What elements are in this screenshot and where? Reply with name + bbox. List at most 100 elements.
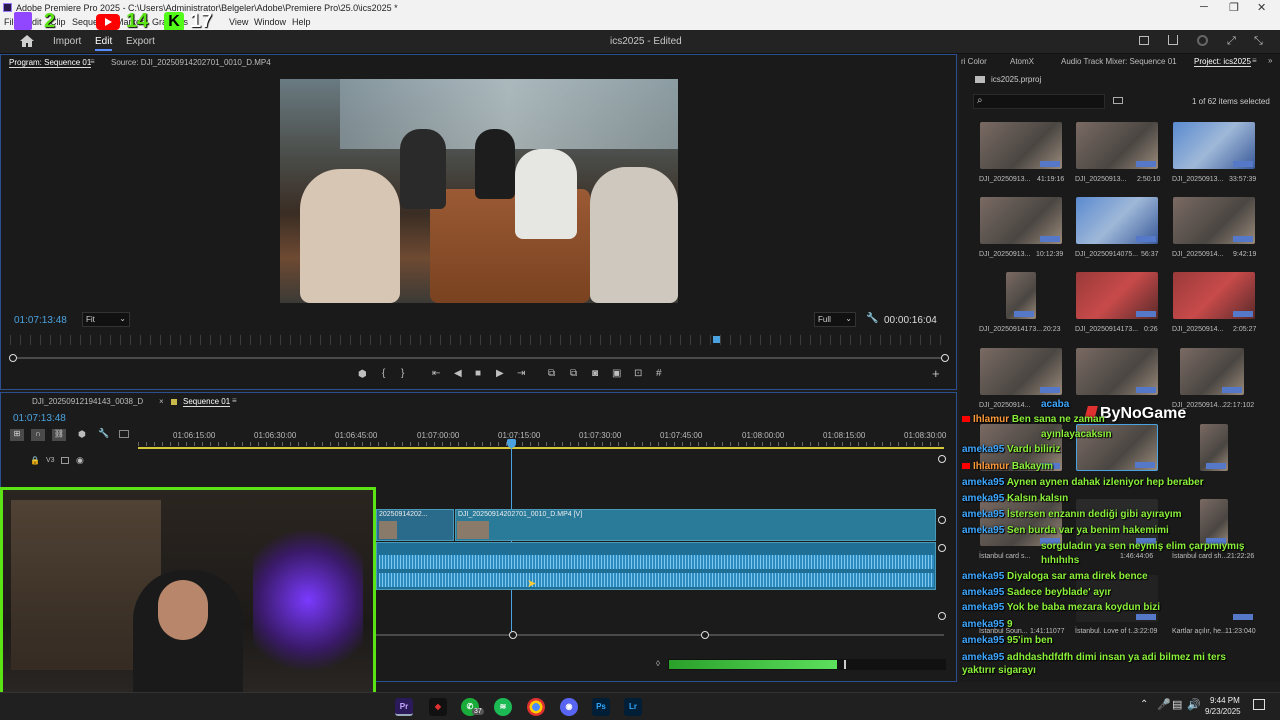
tab-audio-mixer[interactable]: Audio Track Mixer: Sequence 01 — [1061, 57, 1177, 66]
menu-help[interactable]: Help — [292, 17, 311, 27]
media-thumbnail[interactable] — [980, 348, 1062, 395]
chrome-icon[interactable] — [527, 698, 545, 716]
export-tab[interactable]: Export — [126, 36, 155, 47]
extract-icon[interactable]: ⧉ — [570, 368, 577, 379]
step-back-icon[interactable]: ◀ — [454, 368, 462, 379]
mark-in-icon[interactable]: { — [382, 368, 385, 379]
photoshop-icon[interactable]: Ps — [592, 698, 610, 716]
zoom-handle-right[interactable] — [941, 354, 949, 362]
lift-icon[interactable]: ⧉ — [548, 368, 555, 379]
spotify-icon[interactable]: ≋ — [494, 698, 512, 716]
progress-icon[interactable] — [1197, 35, 1208, 46]
expand-icon[interactable]: ⤡ — [1254, 35, 1263, 48]
edit-tab[interactable]: Edit — [95, 36, 113, 51]
scroll-handle[interactable] — [938, 455, 946, 463]
timeline-tab-clip[interactable]: DJI_20250912194143_0038_D — [32, 397, 143, 406]
panel-menu-icon[interactable]: ≡ — [90, 57, 95, 66]
sync-lock-icon[interactable] — [61, 457, 69, 464]
media-thumbnail[interactable] — [1076, 348, 1158, 395]
tab-atomx[interactable]: AtomX — [1010, 57, 1034, 66]
grid-icon[interactable]: # — [656, 368, 662, 379]
work-area-bar[interactable] — [138, 447, 944, 449]
menu-view[interactable]: View — [229, 17, 248, 27]
scroll-handle[interactable] — [938, 544, 946, 552]
zoom-handle-left[interactable] — [9, 354, 17, 362]
wrench-icon[interactable]: 🔧 — [866, 313, 878, 324]
video-clip[interactable]: DJI_20250914202701_0010_D.MP4 [V] — [455, 509, 936, 541]
media-thumbnail[interactable] — [1076, 575, 1158, 622]
marker-icon[interactable]: ⬢ — [78, 429, 86, 440]
settings-wrench-icon[interactable]: 🔧 — [98, 428, 109, 439]
media-thumbnail[interactable] — [1173, 197, 1255, 244]
fullscreen-icon[interactable]: ⤢ — [1227, 35, 1236, 48]
play-icon[interactable]: ▶ — [496, 368, 504, 379]
media-thumbnail[interactable] — [1173, 272, 1255, 319]
new-bin-icon[interactable] — [1113, 97, 1123, 104]
program-time-ruler[interactable] — [10, 335, 946, 345]
app-taskbar-icon[interactable]: ◆ — [429, 698, 447, 716]
resolution-dropdown[interactable]: Full ⌄ — [814, 312, 856, 327]
tab-lumetri-color[interactable]: ri Color — [961, 57, 987, 66]
media-thumbnail[interactable] — [1180, 348, 1244, 395]
media-thumbnail[interactable] — [980, 197, 1062, 244]
timeline-timecode[interactable]: 01:07:13:48 — [13, 413, 66, 424]
discord-icon[interactable]: ◉ — [560, 698, 578, 716]
media-thumbnail[interactable] — [1076, 499, 1158, 546]
tray-chevron-icon[interactable]: ⌃ — [1140, 699, 1148, 710]
source-tab[interactable]: Source: DJI_20250914202701_0010_D.MP4 — [111, 58, 271, 67]
share-icon[interactable] — [1168, 35, 1178, 45]
go-to-in-icon[interactable]: ⇤ — [432, 368, 440, 379]
media-thumbnail[interactable] — [1200, 424, 1228, 471]
import-tab[interactable]: Import — [53, 36, 81, 47]
timeline-tab-sequence[interactable]: Sequence 01 — [183, 397, 231, 407]
program-zoom-bar[interactable] — [12, 357, 946, 359]
workspace-icon[interactable] — [1139, 36, 1149, 45]
meter-icon[interactable]: ◊ — [656, 659, 660, 668]
snap-icon[interactable]: ⊞ — [10, 429, 24, 441]
maximize-button[interactable]: ❐ — [1229, 1, 1239, 14]
magnet-icon[interactable]: ∩ — [31, 429, 45, 441]
notifications-icon[interactable] — [1253, 699, 1265, 710]
audio-clip[interactable] — [376, 542, 936, 590]
more-tabs-icon[interactable]: » — [1268, 56, 1272, 65]
wifi-icon[interactable]: ▤ — [1172, 698, 1182, 711]
volume-icon[interactable]: 🔊 — [1187, 698, 1201, 711]
media-thumbnail[interactable] — [980, 122, 1062, 169]
fit-dropdown[interactable]: Fit ⌄ — [82, 312, 130, 327]
program-tab[interactable]: Program: Sequence 01 — [9, 58, 92, 68]
stop-icon[interactable]: ■ — [475, 368, 481, 379]
zoom-handle-left[interactable] — [509, 631, 517, 639]
media-thumbnail[interactable] — [1076, 197, 1158, 244]
tab-project[interactable]: Project: ics2025 — [1194, 57, 1251, 67]
video-clip[interactable]: 20250914202... — [376, 509, 454, 541]
mic-icon[interactable]: 🎤 — [1157, 698, 1171, 711]
camera-icon[interactable]: ◙ — [592, 368, 598, 379]
add-marker-icon[interactable]: ⬢ — [358, 369, 367, 380]
home-icon[interactable] — [20, 35, 34, 47]
timeline-ruler[interactable]: 01:06:15:00 01:06:30:00 01:06:45:00 01:0… — [138, 428, 946, 448]
media-thumbnail[interactable] — [1200, 499, 1228, 546]
add-button-icon[interactable]: + — [932, 366, 940, 381]
close-icon[interactable]: × — [159, 397, 164, 406]
clock-date[interactable]: 9/23/2025 — [1205, 707, 1241, 716]
media-thumbnail[interactable] — [1076, 272, 1158, 319]
playhead-handle[interactable] — [507, 439, 516, 448]
media-thumbnail[interactable] — [980, 499, 1062, 546]
media-thumbnail[interactable] — [1076, 122, 1158, 169]
lightroom-icon[interactable]: Lr — [624, 698, 642, 716]
media-thumbnail[interactable] — [1173, 575, 1255, 622]
captions-icon[interactable] — [119, 430, 129, 438]
close-button[interactable]: ✕ — [1257, 1, 1266, 14]
scroll-handle[interactable] — [938, 516, 946, 524]
compare-icon[interactable]: ▣ — [612, 368, 621, 379]
scroll-handle[interactable] — [938, 612, 946, 620]
multi-camera-icon[interactable]: ⊡ — [634, 368, 642, 379]
clock-time[interactable]: 9:44 PM — [1210, 696, 1240, 705]
menu-window[interactable]: Window — [254, 17, 286, 27]
media-thumbnail[interactable] — [1006, 272, 1036, 319]
mark-out-icon[interactable]: } — [401, 368, 404, 379]
panel-menu-icon[interactable]: ≡ — [232, 396, 237, 405]
lock-icon[interactable]: 🔒 — [30, 456, 40, 465]
minimize-button[interactable]: ─ — [1200, 1, 1208, 13]
program-timecode[interactable]: 01:07:13:48 — [14, 315, 67, 326]
